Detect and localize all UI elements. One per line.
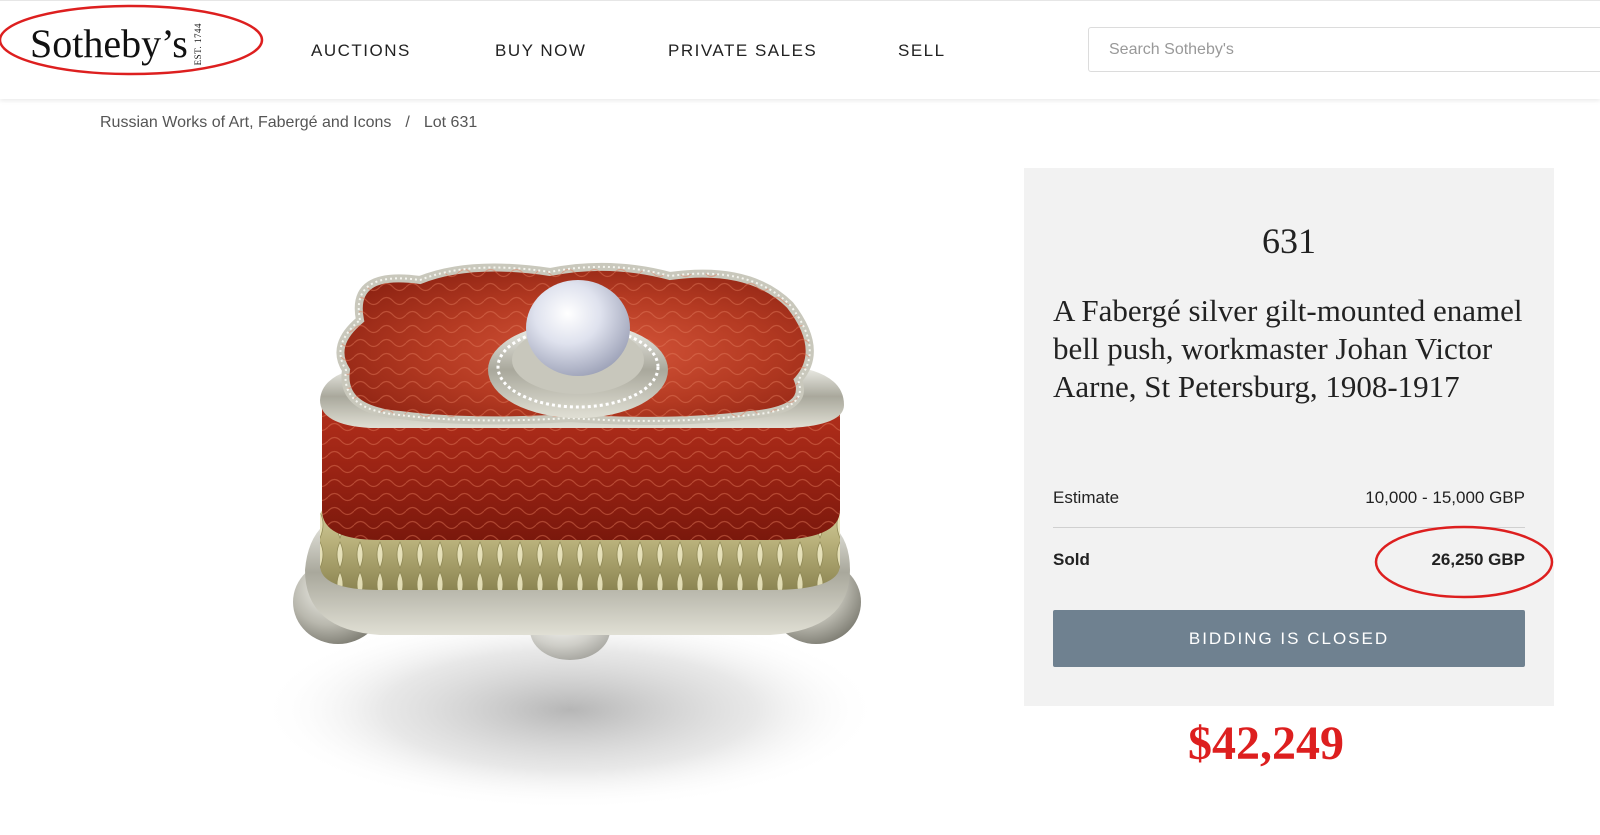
- breadcrumb-sale-link[interactable]: Russian Works of Art, Fabergé and Icons: [100, 114, 391, 132]
- estimate-row: Estimate 10,000 - 15,000 GBP: [1053, 488, 1525, 508]
- site-header: Sotheby’s EST. 1744 AUCTIONS BUY NOW PRI…: [0, 0, 1600, 99]
- breadcrumb-lot: Lot 631: [423, 114, 478, 131]
- estimate-label: Estimate: [1053, 488, 1120, 507]
- enamel-bell-push-image[interactable]: [250, 210, 910, 830]
- lot-number: 631: [1262, 221, 1316, 261]
- estimate-value: 10,000 - 15,000 GBP: [1365, 488, 1525, 507]
- bidding-closed-button[interactable]: BIDDING IS CLOSED: [1053, 610, 1525, 667]
- search-input[interactable]: [1088, 27, 1600, 72]
- row-divider: [1053, 527, 1525, 528]
- logo-established-mark: EST. 1744: [192, 23, 203, 66]
- nav-private-sales[interactable]: PRIVATE SALES: [668, 41, 817, 61]
- product-illustration: [260, 262, 880, 810]
- usd-price-annotation: $42,249: [1188, 717, 1344, 770]
- breadcrumb-separator: /: [405, 114, 410, 131]
- sold-row: Sold 26,250 GBP: [1053, 550, 1525, 570]
- breadcrumb: Russian Works of Art, Fabergé and Icons …: [100, 114, 477, 132]
- nav-sell[interactable]: SELL: [898, 41, 946, 61]
- nav-buy-now[interactable]: BUY NOW: [495, 41, 586, 61]
- sothebys-logo[interactable]: Sotheby’s EST. 1744: [30, 23, 213, 65]
- sold-label: Sold: [1053, 550, 1090, 569]
- nav-auctions[interactable]: AUCTIONS: [311, 41, 411, 61]
- lot-details-panel: 631 A Fabergé silver gilt-mounted enamel…: [1024, 168, 1554, 706]
- lot-title: A Fabergé silver gilt-mounted enamel bel…: [1053, 293, 1523, 404]
- sold-value: 26,250 GBP: [1431, 550, 1525, 569]
- logo-wordmark: Sotheby’s: [30, 21, 188, 67]
